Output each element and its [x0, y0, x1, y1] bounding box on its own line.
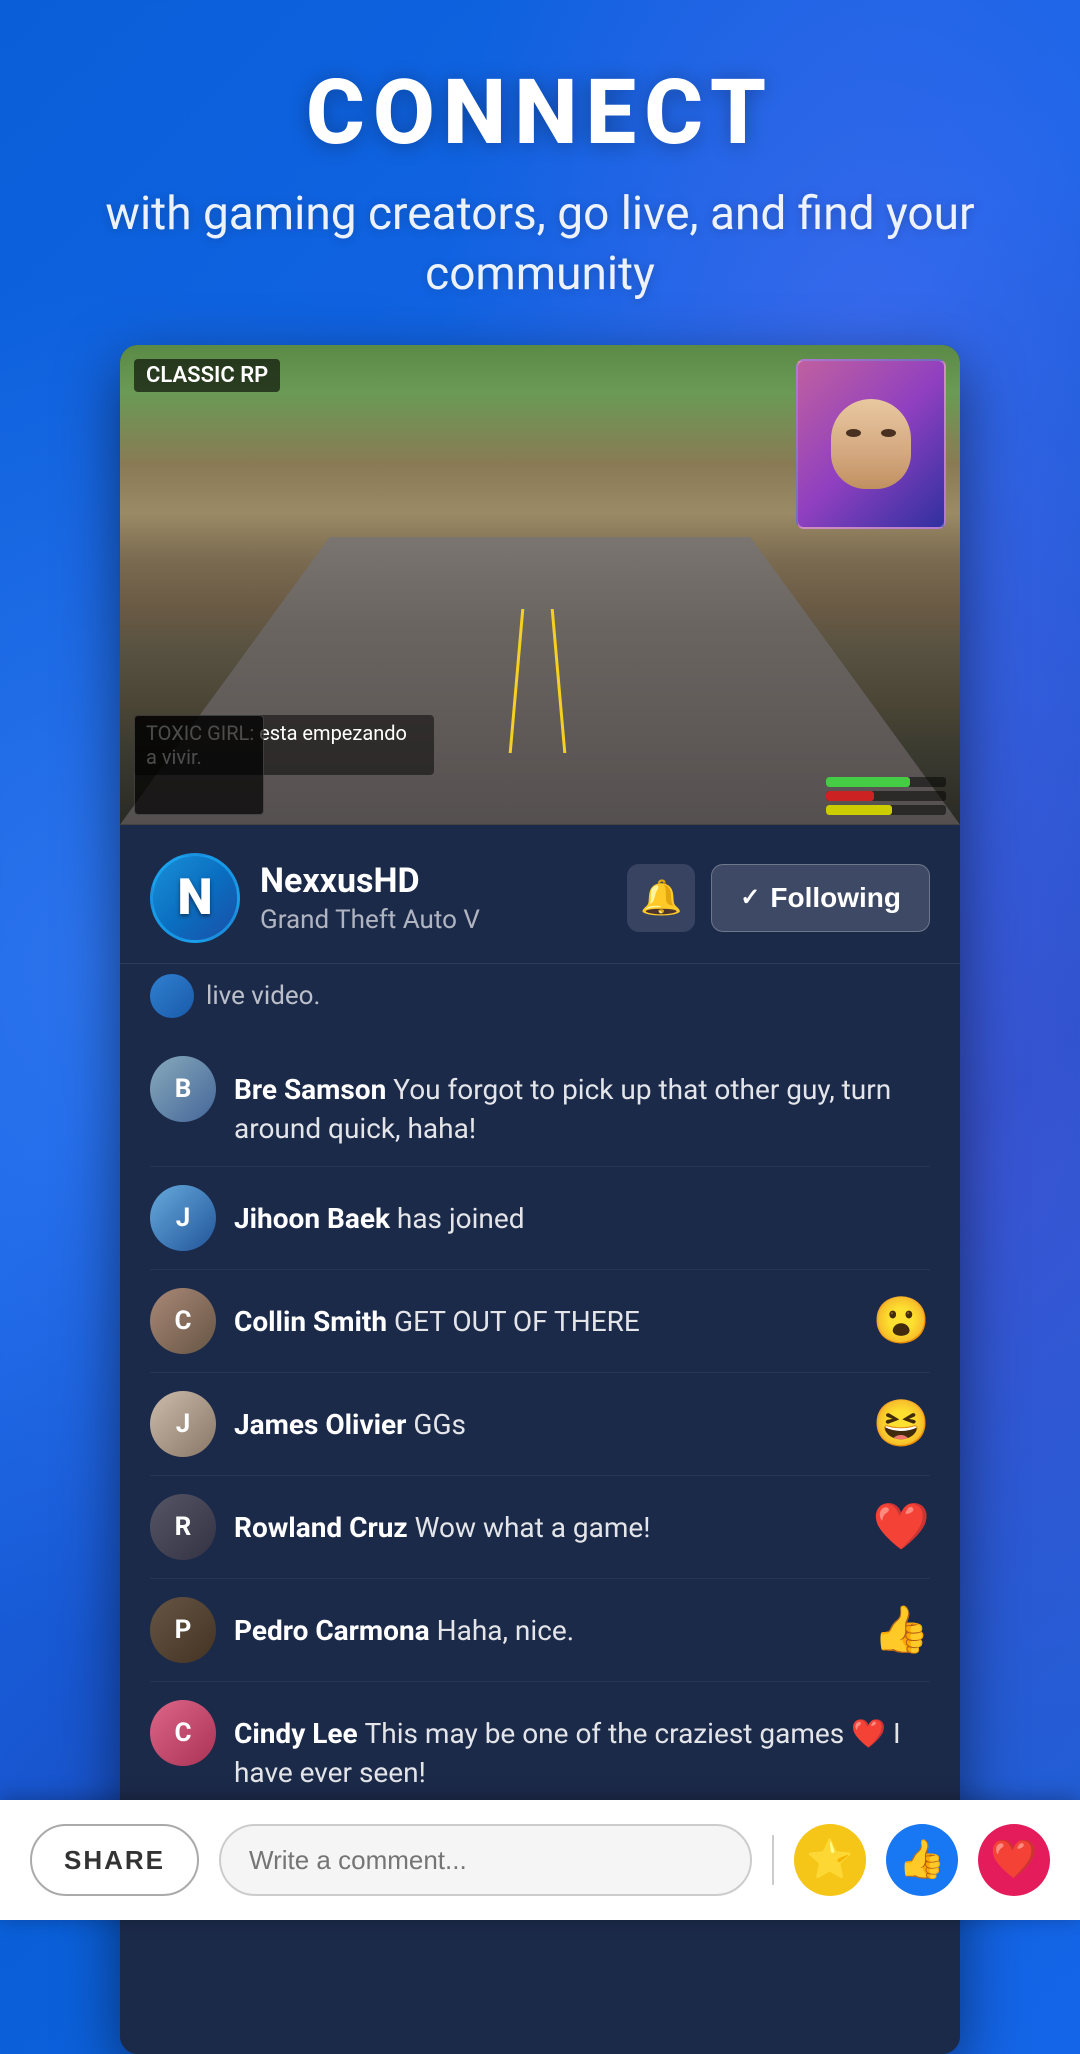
comment-item: P Pedro Carmona Haha, nice. 👍 — [150, 1579, 930, 1682]
share-button[interactable]: SHARE — [30, 1824, 199, 1896]
comment-text: Rowland Cruz Wow what a game! — [234, 1494, 930, 1547]
health-bar — [826, 777, 946, 787]
reaction-emoji: ❤️ — [873, 1500, 930, 1554]
comment-author: James Olivier — [234, 1408, 413, 1441]
streamer-details: NexxusHD Grand Theft Auto V — [260, 861, 607, 935]
comment-item: B Bre Samson You forgot to pick up that … — [150, 1038, 930, 1167]
comment-author: Pedro Carmona — [234, 1614, 437, 1647]
comment-item: C Collin Smith GET OUT OF THERE 😮 — [150, 1270, 930, 1373]
comment-author: Cindy Lee — [234, 1717, 365, 1750]
comment-item: J Jihoon Baek has joined — [150, 1167, 930, 1270]
minimap — [134, 715, 264, 815]
comment-text: Pedro Carmona Haha, nice. — [234, 1597, 930, 1650]
comment-text: Jihoon Baek has joined — [234, 1185, 930, 1238]
stamina-bar — [826, 805, 946, 815]
comment-item: J James Olivier GGs 😆 — [150, 1373, 930, 1476]
header-title: CONNECT — [80, 60, 1000, 165]
following-label: Following — [770, 882, 901, 914]
comment-author: Rowland Cruz — [234, 1511, 415, 1544]
comment-author: Bre Samson — [234, 1073, 393, 1106]
reaction-emoji: 😆 — [873, 1397, 930, 1451]
stream-label: CLASSIC RP — [134, 359, 280, 392]
check-icon: ✓ — [740, 883, 760, 912]
like-reaction-button[interactable]: 👍 — [886, 1824, 958, 1896]
reaction-emoji: 👍 — [873, 1603, 930, 1657]
header-section: CONNECT with gaming creators, go live, a… — [0, 0, 1080, 345]
bottom-bar: SHARE ⭐ 👍 ❤️ — [0, 1800, 1080, 1920]
comments-section: B Bre Samson You forgot to pick up that … — [120, 1038, 960, 1915]
webcam-overlay — [796, 359, 946, 529]
comment-text: Bre Samson You forgot to pick up that ot… — [234, 1056, 930, 1148]
star-reaction-button[interactable]: ⭐ — [794, 1824, 866, 1896]
viewer-avatar-small — [150, 974, 194, 1018]
love-reaction-button[interactable]: ❤️ — [978, 1824, 1050, 1896]
comment-item: R Rowland Cruz Wow what a game! ❤️ — [150, 1476, 930, 1579]
avatar: J — [150, 1185, 216, 1251]
comment-author: Collin Smith — [234, 1305, 394, 1338]
comment-text: Cindy Lee This may be one of the crazies… — [234, 1700, 930, 1792]
comment-author: Jihoon Baek — [234, 1202, 397, 1235]
video-section[interactable]: CLASSIC RP TOXIC GIRL: esta empezando a … — [120, 345, 960, 825]
comment-item: C Cindy Lee This may be one of the crazi… — [150, 1682, 930, 1811]
comment-input[interactable] — [219, 1824, 752, 1896]
status-bars — [826, 777, 946, 815]
avatar: R — [150, 1494, 216, 1560]
avatar: P — [150, 1597, 216, 1663]
reaction-emoji: 😮 — [873, 1294, 930, 1348]
live-video-row: live video. — [120, 964, 960, 1038]
armor-bar — [826, 791, 946, 801]
avatar: B — [150, 1056, 216, 1122]
webcam-face — [831, 399, 911, 489]
comment-text: James Olivier GGs — [234, 1391, 930, 1444]
streamer-avatar: N — [150, 853, 240, 943]
bell-button[interactable]: 🔔 — [627, 864, 695, 932]
avatar: J — [150, 1391, 216, 1457]
avatar: C — [150, 1700, 216, 1766]
streamer-actions: 🔔 ✓ Following — [627, 864, 930, 932]
comment-text: Collin Smith GET OUT OF THERE — [234, 1288, 930, 1341]
following-button[interactable]: ✓ Following — [711, 864, 930, 932]
streamer-name: NexxusHD — [260, 861, 607, 901]
avatar: C — [150, 1288, 216, 1354]
streamer-info-bar: N NexxusHD Grand Theft Auto V 🔔 ✓ Follow… — [120, 825, 960, 964]
live-video-text: live video. — [206, 981, 320, 1011]
divider — [772, 1835, 774, 1885]
main-card: CLASSIC RP TOXIC GIRL: esta empezando a … — [120, 345, 960, 2054]
header-subtitle: with gaming creators, go live, and find … — [80, 185, 1000, 305]
streamer-game: Grand Theft Auto V — [260, 905, 607, 935]
